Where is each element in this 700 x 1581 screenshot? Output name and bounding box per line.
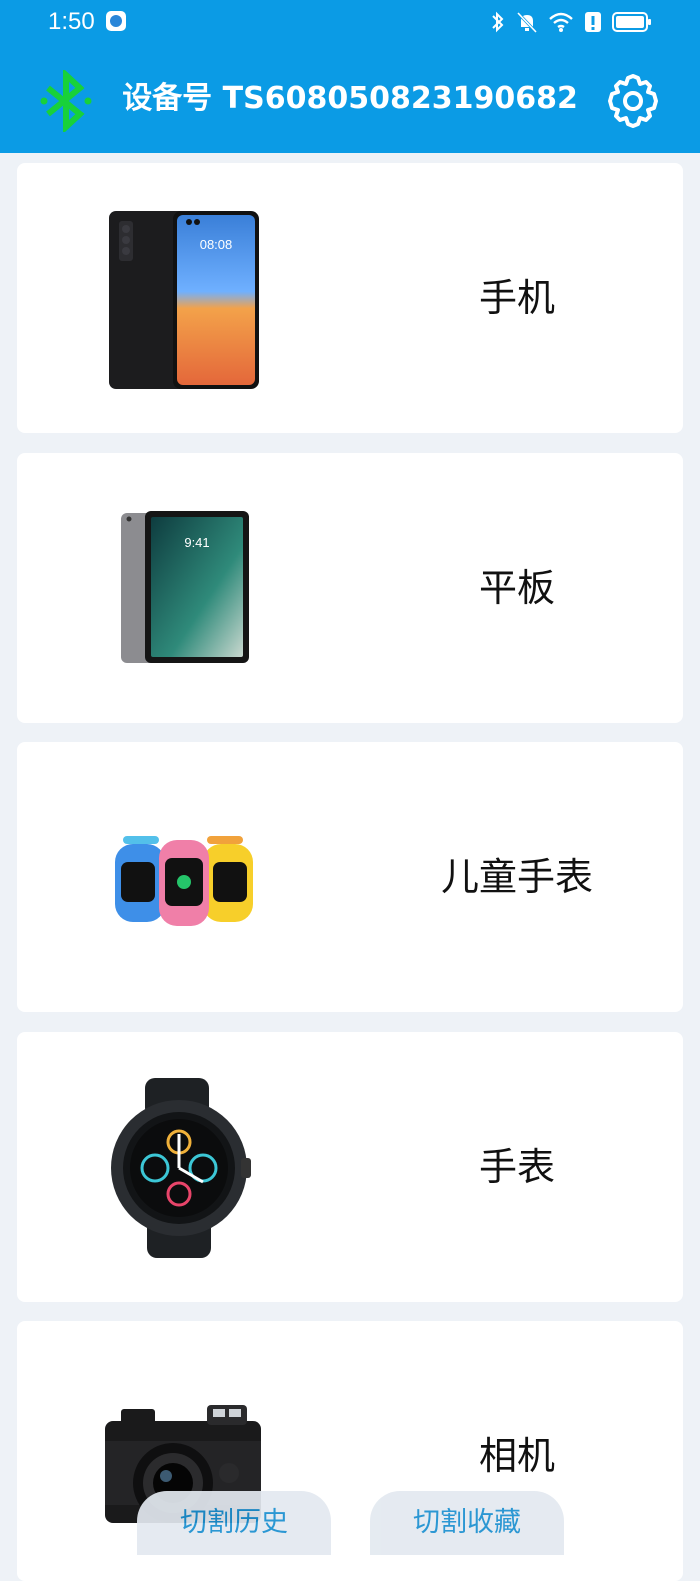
svg-text:9:41: 9:41	[184, 535, 209, 550]
svg-text:08:08: 08:08	[200, 237, 233, 252]
page-title: 设备号 TS608050823190682	[122, 81, 578, 116]
device-card-smartwatch[interactable]: 手表	[17, 1032, 683, 1302]
status-time: 1:50	[48, 8, 95, 35]
tablet-image: 9:41	[121, 511, 249, 663]
app-notification-icon	[106, 11, 126, 31]
phone-image: 08:08	[109, 211, 259, 389]
app-header: 1:50 设备号 TS608050823190682	[0, 0, 700, 153]
device-card-camera[interactable]: 相机	[17, 1321, 683, 1581]
device-card-phone[interactable]: 08:08 手机	[17, 163, 683, 433]
wifi-icon	[549, 12, 573, 32]
alert-icon	[585, 12, 601, 32]
status-icons	[490, 8, 652, 36]
gear-icon[interactable]	[604, 72, 662, 130]
bluetooth-icon	[492, 11, 504, 33]
device-label: 手表	[478, 1145, 555, 1189]
mute-icon	[516, 11, 538, 34]
device-card-kids-watch[interactable]: 儿童手表	[17, 742, 683, 1012]
device-label: 儿童手表	[440, 855, 593, 899]
kids-watch-image	[115, 836, 253, 926]
cut-favorites-button[interactable]: 切割收藏	[370, 1491, 564, 1555]
device-label: 手机	[478, 276, 555, 320]
cut-history-button[interactable]: 切割历史	[137, 1491, 331, 1555]
smartwatch-image	[111, 1078, 251, 1258]
device-label: 相机	[478, 1434, 555, 1478]
battery-icon	[612, 12, 651, 32]
device-label: 平板	[478, 566, 555, 610]
device-card-tablet[interactable]: 9:41 平板	[17, 453, 683, 723]
